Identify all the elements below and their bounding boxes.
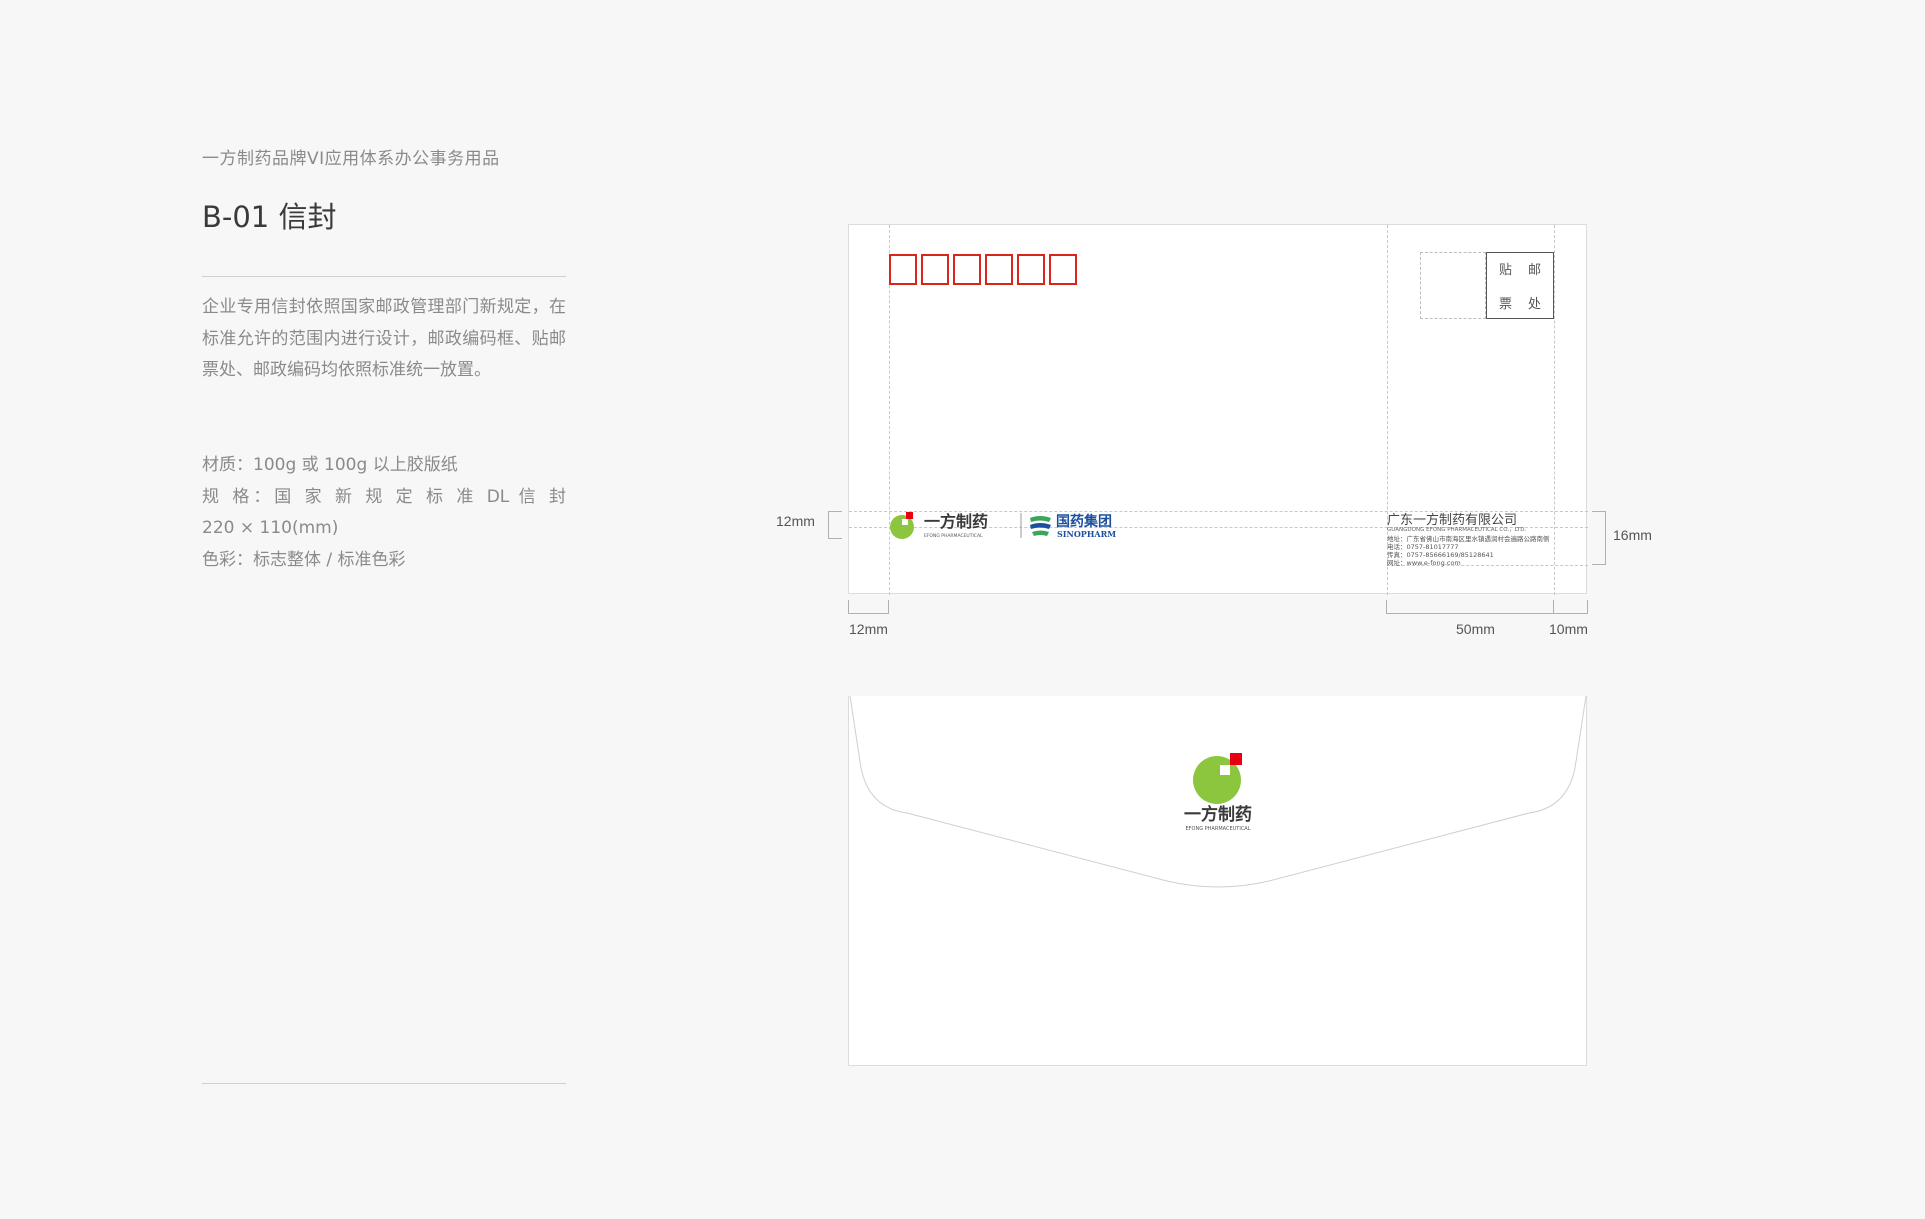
- stamp-label-char: 处: [1528, 297, 1542, 312]
- efong-logo-icon: [1193, 753, 1242, 804]
- dimension-bracket-right-margin: [1554, 600, 1588, 614]
- spec-color: 色彩：标志整体 / 标准色彩: [202, 549, 406, 570]
- postcode-box: [921, 254, 949, 285]
- dimension-right-margin: 10mm: [1549, 621, 1588, 637]
- efong-logo-icon: [890, 512, 914, 539]
- back-logo-cn: 一方制药: [1184, 804, 1252, 825]
- dimension-right-height: 16mm: [1613, 527, 1652, 543]
- guide-address-right: [1554, 225, 1555, 595]
- efong-logo-cn: 一方制药: [924, 512, 988, 531]
- stamp-label-char: 票: [1499, 297, 1513, 312]
- dimension-bracket-bottom-left: [848, 600, 889, 614]
- spec-size-line1: 规 格：国 家 新 规 定 标 准 DL 信 封: [202, 486, 566, 507]
- spec-material: 材质：100g 或 100g 以上胶版纸: [202, 455, 458, 475]
- company-name-en: GUANGDONG EFONG PHARMACEUTICAL CO.，LTD.: [1387, 527, 1527, 533]
- dimension-bracket-address: [1386, 600, 1554, 614]
- sinopharm-logo-en: SINOPHARM: [1057, 529, 1116, 539]
- back-logo: 一方制药 EFONG PHARMACEUTICAL: [1184, 753, 1252, 832]
- divider-top: [202, 276, 566, 277]
- efong-logo-en: EFONG PHARMACEUTICAL: [924, 533, 983, 539]
- sinopharm-logo-cn: 国药集团: [1056, 513, 1112, 530]
- spec-list: 材质：100g 或 100g 以上胶版纸 规 格：国 家 新 规 定 标 准 D…: [202, 450, 566, 576]
- brand-logos: 一方制药 EFONG PHARMACEUTICAL 国药集团 SINOPHARM: [890, 512, 1116, 539]
- stamp-label-char: 邮: [1528, 263, 1542, 278]
- dimension-left-height: 12mm: [776, 513, 815, 529]
- dimension-address-width: 50mm: [1456, 621, 1495, 637]
- postcode-boxes: [889, 254, 1077, 285]
- stamp-label-char: 贴: [1499, 263, 1513, 278]
- postcode-box: [889, 254, 917, 285]
- postcode-box: [1017, 254, 1045, 285]
- postcode-box: [1049, 254, 1077, 285]
- postcode-box: [985, 254, 1013, 285]
- dimension-bracket-left: [828, 511, 842, 539]
- envelope-front: 贴 邮 票 处 一方制药 EFONG PHARMACEUTICAL 国药集团 S…: [848, 224, 1588, 595]
- dimension-left-margin: 12mm: [849, 621, 888, 637]
- spec-size-line2: 220 × 110(mm): [202, 518, 339, 538]
- divider-bottom: [202, 1083, 566, 1084]
- page-title: B-01 信封: [202, 200, 337, 234]
- dimension-bracket-right: [1592, 511, 1606, 565]
- stamp-box: 贴 邮 票 处: [1486, 252, 1554, 319]
- sinopharm-logo-icon: [1030, 516, 1051, 536]
- page-subtitle: 一方制药品牌VI应用体系办公事务用品: [202, 149, 500, 169]
- envelope-back: 一方制药 EFONG PHARMACEUTICAL: [848, 696, 1587, 1066]
- description-text: 企业专用信封依照国家邮政管理部门新规定，在标准允许的范围内进行设计，邮政编码框、…: [202, 297, 566, 380]
- back-logo-en: EFONG PHARMACEUTICAL: [1185, 826, 1250, 832]
- stamp-area-dashed: [1420, 252, 1486, 319]
- postcode-box: [953, 254, 981, 285]
- website-line: 网址：www.e-fong.com: [1387, 559, 1461, 567]
